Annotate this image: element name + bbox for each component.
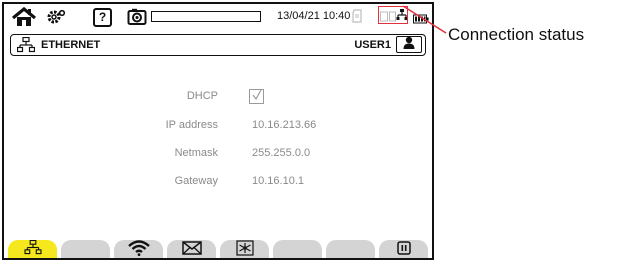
connection-status-callout: Connection status [448,25,585,44]
